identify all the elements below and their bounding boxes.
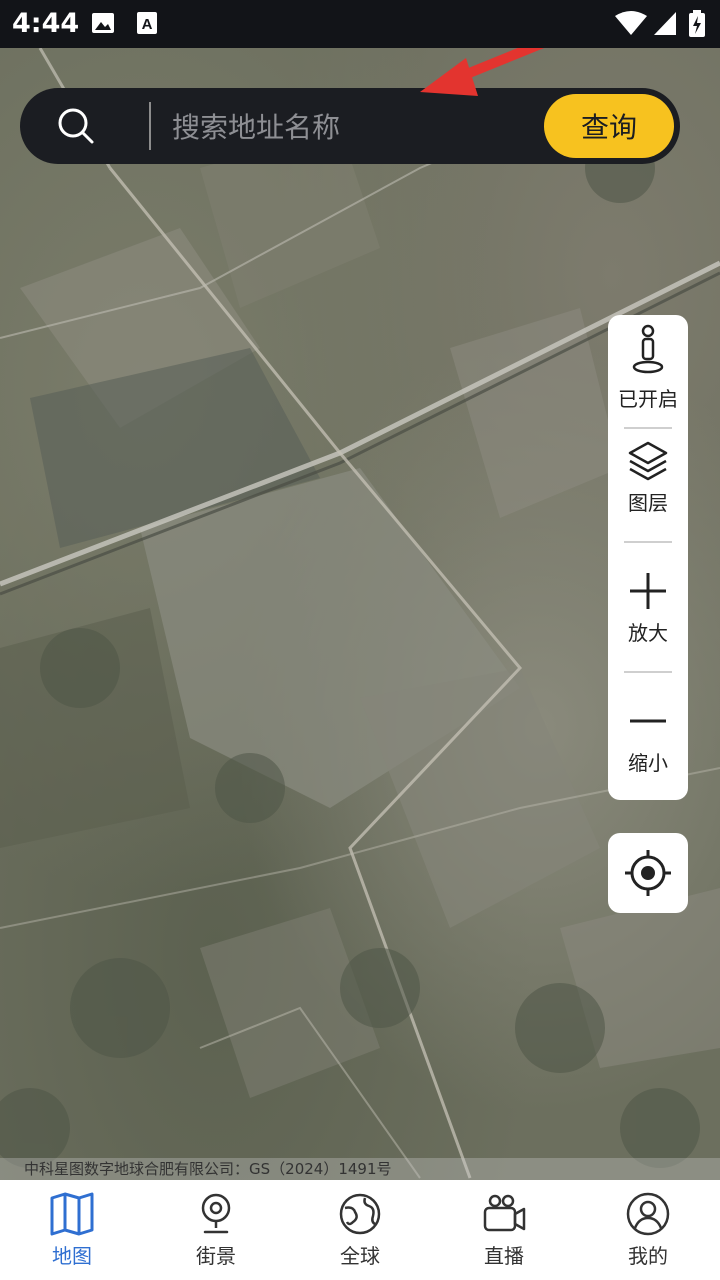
zoom-in-label: 放大 <box>628 621 668 645</box>
globe-icon <box>339 1193 381 1235</box>
nav-label-street-view: 街景 <box>196 1244 236 1268</box>
street-view-toggle-button[interactable]: 已开启 <box>608 323 688 412</box>
nav-item-profile[interactable]: 我的 <box>576 1192 720 1269</box>
nav-item-map[interactable]: 地图 <box>0 1192 144 1269</box>
status-time: 4:44 <box>12 8 80 39</box>
toolbar-divider <box>624 427 672 429</box>
nav-label-globe: 全球 <box>340 1244 380 1268</box>
layers-icon <box>628 441 668 481</box>
battery-charging-icon <box>688 10 706 42</box>
map-copyright: 中科星图数字地球合肥有限公司：GS（2024）1491号 <box>0 1158 720 1180</box>
map-toolbar: 已开启 图层 放大 缩小 <box>608 315 688 800</box>
layers-button[interactable]: 图层 <box>608 439 688 516</box>
minus-icon <box>630 719 666 723</box>
toolbar-divider <box>624 671 672 673</box>
nav-item-street-view[interactable]: 街景 <box>144 1192 288 1269</box>
zoom-in-button[interactable]: 放大 <box>608 569 688 646</box>
street-view-icon <box>201 1193 231 1234</box>
nav-item-globe[interactable]: 全球 <box>288 1192 432 1269</box>
toolbar-divider <box>624 541 672 543</box>
svg-text:A: A <box>142 16 153 33</box>
map-icon <box>50 1192 94 1236</box>
zoom-out-label: 缩小 <box>628 751 668 775</box>
a-notification-icon: A <box>134 10 160 40</box>
nav-label-live: 直播 <box>484 1244 524 1268</box>
zoom-out-button[interactable]: 缩小 <box>608 699 688 776</box>
image-icon <box>90 10 116 40</box>
street-view-toggle-label: 已开启 <box>618 387 678 411</box>
locate-icon <box>625 850 671 896</box>
nav-label-map: 地图 <box>52 1244 92 1268</box>
status-bar: 4:44 A <box>0 0 720 48</box>
bottom-nav: 地图 街景 全球 直播 我的 <box>0 1180 720 1280</box>
wifi-icon <box>614 10 648 40</box>
layers-label: 图层 <box>628 491 668 515</box>
plus-icon <box>630 573 666 609</box>
signal-icon <box>652 10 678 40</box>
nav-item-live[interactable]: 直播 <box>432 1192 576 1269</box>
locate-button[interactable] <box>608 833 688 913</box>
person-pin-icon <box>632 324 664 374</box>
live-camera-icon <box>483 1194 526 1232</box>
nav-label-profile: 我的 <box>628 1244 668 1268</box>
profile-icon <box>626 1192 670 1236</box>
